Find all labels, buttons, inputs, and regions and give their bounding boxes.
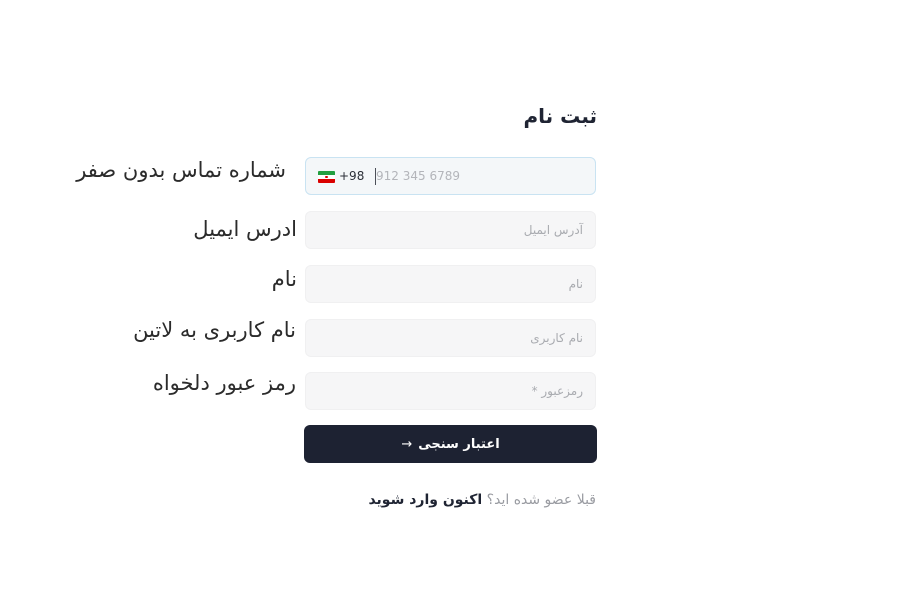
username-side-label: نام کاربری به لاتین — [133, 318, 296, 342]
login-link[interactable]: اکنون وارد شوید — [368, 492, 482, 508]
phone-field[interactable]: +98 912 345 6789 — [305, 157, 596, 195]
page-title: ثبت نام — [523, 104, 598, 128]
validate-button-label: اعتبار سنجی — [418, 436, 500, 452]
name-field[interactable]: نام — [305, 265, 596, 303]
email-placeholder: آدرس ایمیل — [523, 223, 583, 237]
iran-flag-icon — [318, 171, 335, 183]
phone-side-label: شماره تماس بدون صفر — [76, 158, 286, 182]
login-prompt: قبلا عضو شده اید؟ اکنون وارد شوید — [368, 492, 596, 508]
email-field[interactable]: آدرس ایمیل — [305, 211, 596, 249]
password-placeholder: رمزعبور * — [531, 384, 583, 398]
username-placeholder: نام کاربری — [530, 331, 583, 345]
email-side-label: ادرس ایمیل — [193, 217, 297, 241]
password-field[interactable]: رمزعبور * — [305, 372, 596, 410]
dial-code[interactable]: +98 — [339, 169, 364, 183]
validate-button[interactable]: → اعتبار سنجی — [304, 425, 597, 463]
phone-placeholder: 912 345 6789 — [376, 169, 460, 183]
password-side-label: رمز عبور دلخواه — [152, 371, 296, 395]
name-placeholder: نام — [568, 277, 583, 291]
login-question: قبلا عضو شده اید؟ — [486, 492, 596, 508]
arrow-right-icon: → — [401, 436, 413, 452]
signup-page: ثبت نام +98 912 345 6789 شماره تماس بدون… — [0, 0, 900, 598]
username-field[interactable]: نام کاربری — [305, 319, 596, 357]
name-side-label: نام — [271, 267, 297, 291]
